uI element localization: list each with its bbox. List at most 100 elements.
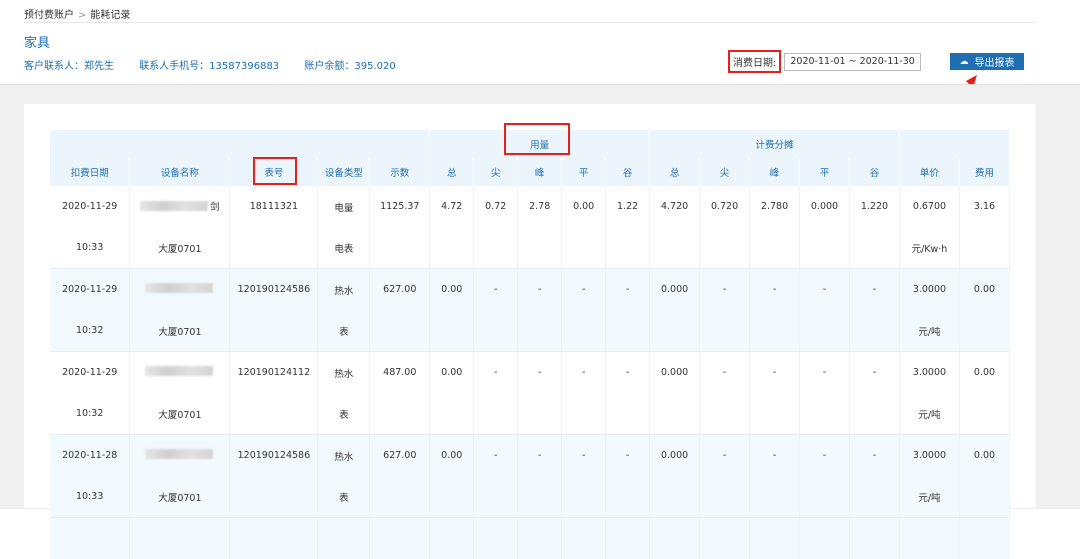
- cell-share: -: [849, 269, 899, 311]
- cell-time: 10:32: [50, 310, 130, 352]
- cell-date: 2020-11-28: [50, 435, 130, 477]
- cell-share: -: [849, 435, 899, 477]
- cell-price: 3.0000: [899, 435, 959, 477]
- cloud-upload-icon: ☁: [960, 57, 969, 67]
- table-row-continued: 10:32大厦0701表元/吨: [50, 310, 1010, 352]
- cell-share: -: [700, 269, 750, 311]
- cell-type: 电量: [318, 186, 370, 227]
- col-fee: 费用: [959, 158, 1009, 186]
- cell-fee: 0.00: [959, 435, 1009, 477]
- cell-device-name: 剑: [130, 186, 230, 227]
- breadcrumb-current: 能耗记录: [90, 10, 130, 21]
- table-row-continued: 10:33大厦0701电表元/Kw·h: [50, 227, 1010, 269]
- export-report-button[interactable]: ☁ 导出报表: [950, 53, 1024, 70]
- cell-device-name-2: 大厦0701: [130, 310, 230, 352]
- col-share-sharp: 尖: [700, 158, 750, 186]
- cell-time: 10:33: [50, 476, 130, 518]
- cell-share: 0.000: [650, 435, 700, 477]
- cell-share: 0.000: [650, 269, 700, 311]
- group-share: 计费分摊: [650, 130, 900, 158]
- col-device-name: 设备名称: [130, 158, 230, 186]
- date-filter: 消费日期: 2020-11-01 ~ 2020-11-30: [728, 50, 921, 73]
- table-row-partial: [50, 518, 1010, 559]
- date-filter-label: 消费日期:: [728, 50, 781, 73]
- cell-fee: 3.16: [959, 186, 1009, 227]
- cell-share: -: [750, 269, 800, 311]
- cell-device-name-suffix: 剑: [210, 199, 220, 213]
- cell-price-unit: 元/吨: [899, 393, 959, 435]
- col-share-peak: 峰: [750, 158, 800, 186]
- cell-meter: 120190124586: [230, 435, 318, 477]
- cell-price: 3.0000: [899, 269, 959, 311]
- col-share-valley: 谷: [849, 158, 899, 186]
- cell-price-unit: 元/Kw·h: [899, 227, 959, 269]
- cell-device-name: [130, 352, 230, 394]
- table-row-continued: 10:33大厦0701表元/吨: [50, 476, 1010, 518]
- cell-price: 3.0000: [899, 352, 959, 394]
- contact-name: 客户联系人：郑先生: [24, 61, 114, 72]
- cell-time: 10:33: [50, 227, 130, 269]
- redacted-name: [145, 449, 213, 459]
- account-balance: 账户余额：395.020: [304, 61, 395, 72]
- cell-usage: -: [606, 435, 650, 477]
- cell-usage: -: [518, 435, 562, 477]
- cell-type-2: 电表: [318, 227, 370, 269]
- cell-share: 0.000: [800, 186, 850, 227]
- cell-date: 2020-11-29: [50, 269, 130, 311]
- redacted-name: [145, 283, 213, 293]
- cell-reading: 627.00: [370, 435, 430, 477]
- cell-usage: 1.22: [606, 186, 650, 227]
- table-row: 2020-11-28120190124586热水627.000.00----0.…: [50, 435, 1010, 477]
- cell-share: -: [800, 352, 850, 394]
- breadcrumb-parent[interactable]: 预付费账户: [24, 10, 74, 21]
- cell-device-name-2: 大厦0701: [130, 393, 230, 435]
- table-row-continued: 10:32大厦0701表元/吨: [50, 393, 1010, 435]
- redacted-name: [145, 366, 213, 376]
- cell-share: 2.780: [750, 186, 800, 227]
- col-device-type: 设备类型: [318, 158, 370, 186]
- cell-type: 热水: [318, 435, 370, 477]
- header-row: 扣费日期 设备名称 表号 设备类型 示数 总 尖 峰 平 谷 总 尖 峰 平 谷…: [50, 158, 1010, 186]
- highlight-meter-annotation: [253, 157, 297, 185]
- breadcrumb-separator: >: [78, 10, 86, 21]
- cell-meter: 120190124586: [230, 269, 318, 311]
- cell-usage: 0.00: [430, 352, 474, 394]
- cell-share: -: [800, 435, 850, 477]
- cell-device-name: [130, 435, 230, 477]
- cell-usage: -: [474, 352, 518, 394]
- cell-type-2: 表: [318, 310, 370, 352]
- breadcrumb: 预付费账户 > 能耗记录: [24, 6, 130, 21]
- cell-usage: -: [562, 269, 606, 311]
- cell-share: 4.720: [650, 186, 700, 227]
- redacted-name: [140, 201, 208, 211]
- cell-usage: 0.00: [430, 435, 474, 477]
- cell-share: -: [750, 435, 800, 477]
- cell-type: 热水: [318, 352, 370, 394]
- cell-share: 0.720: [700, 186, 750, 227]
- cell-share: -: [849, 352, 899, 394]
- cell-type: 热水: [318, 269, 370, 311]
- cell-share: -: [750, 352, 800, 394]
- date-range-picker[interactable]: 2020-11-01 ~ 2020-11-30: [784, 53, 920, 71]
- col-reading: 示数: [370, 158, 430, 186]
- cell-price: 0.6700: [899, 186, 959, 227]
- cell-date: 2020-11-29: [50, 352, 130, 394]
- account-info: 客户联系人：郑先生 联系人手机号：13587396883 账户余额：395.02…: [24, 57, 418, 72]
- divider: [24, 22, 1036, 23]
- cell-share: 0.000: [650, 352, 700, 394]
- energy-record-table: 用量 计费分摊 扣费日期 设备名称 表号 设备类型 示数 总 尖 峰 平 谷 总…: [50, 130, 1010, 559]
- table-row: 2020-11-29120190124112热水487.000.00----0.…: [50, 352, 1010, 394]
- cell-usage: 4.72: [430, 186, 474, 227]
- cell-fee: 0.00: [959, 269, 1009, 311]
- cell-device-name-2: 大厦0701: [130, 476, 230, 518]
- cell-usage: -: [518, 352, 562, 394]
- cell-usage: -: [606, 269, 650, 311]
- col-share-total: 总: [650, 158, 700, 186]
- col-unit-price: 单价: [899, 158, 959, 186]
- cell-price-unit: 元/吨: [899, 476, 959, 518]
- cell-usage: -: [474, 435, 518, 477]
- cell-reading: 487.00: [370, 352, 430, 394]
- export-label: 导出报表: [975, 54, 1015, 69]
- table-row: 2020-11-29120190124586热水627.000.00----0.…: [50, 269, 1010, 311]
- cell-usage: 2.78: [518, 186, 562, 227]
